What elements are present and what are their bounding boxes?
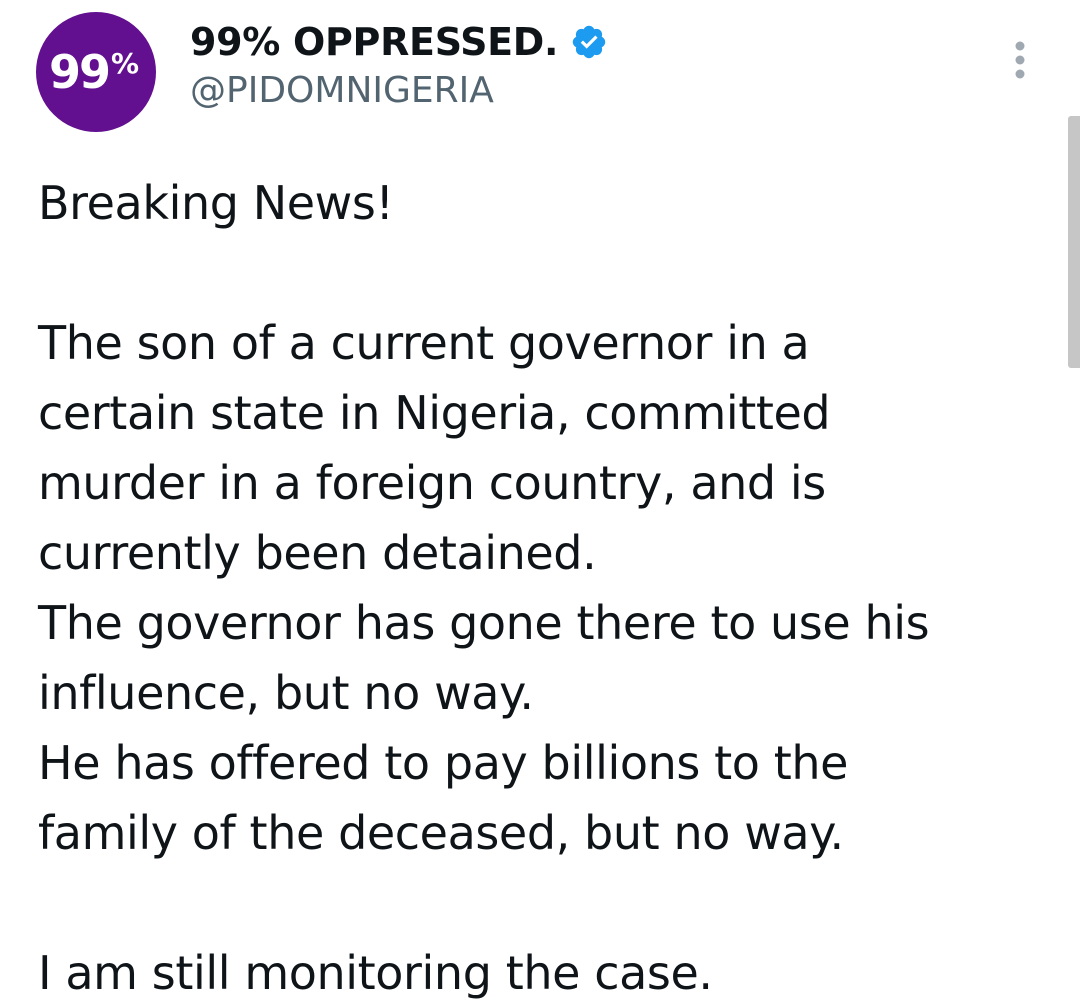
tweet-line: certain state in Nigeria, committed bbox=[38, 386, 831, 440]
tweet-line: The son of a current governor in a bbox=[38, 316, 810, 370]
scrollbar[interactable] bbox=[1068, 116, 1080, 368]
tweet-text: Breaking News! The son of a current gove… bbox=[38, 168, 1048, 1008]
tweet-line: The governor has gone there to use his bbox=[38, 596, 930, 650]
author-handle[interactable]: @PIDOMNIGERIA bbox=[190, 70, 494, 111]
author-display-name[interactable]: 99% OPPRESSED. bbox=[190, 20, 558, 64]
verified-badge-icon bbox=[572, 25, 606, 59]
tweet-line bbox=[38, 238, 1048, 308]
tweet-line: I am still monitoring the case. bbox=[38, 946, 713, 1000]
tweet-line: Breaking News! bbox=[38, 176, 394, 230]
tweet-line bbox=[38, 868, 1048, 938]
tweet-line: influence, but no way. bbox=[38, 666, 534, 720]
tweet-line: He has offered to pay billions to the bbox=[38, 736, 849, 790]
avatar-logo-percent: % bbox=[110, 47, 140, 80]
tweet-line: family of the deceased, but no way. bbox=[38, 806, 844, 860]
avatar-logo: 99% bbox=[49, 45, 139, 99]
avatar-logo-number: 99 bbox=[48, 45, 111, 99]
author-name-row: 99% OPPRESSED. bbox=[190, 16, 608, 68]
tweet-line: murder in a foreign country, and is bbox=[38, 456, 826, 510]
more-vertical-icon[interactable] bbox=[1000, 38, 1040, 84]
tweet-line: currently been detained. bbox=[38, 526, 597, 580]
avatar[interactable]: 99% bbox=[36, 12, 156, 132]
